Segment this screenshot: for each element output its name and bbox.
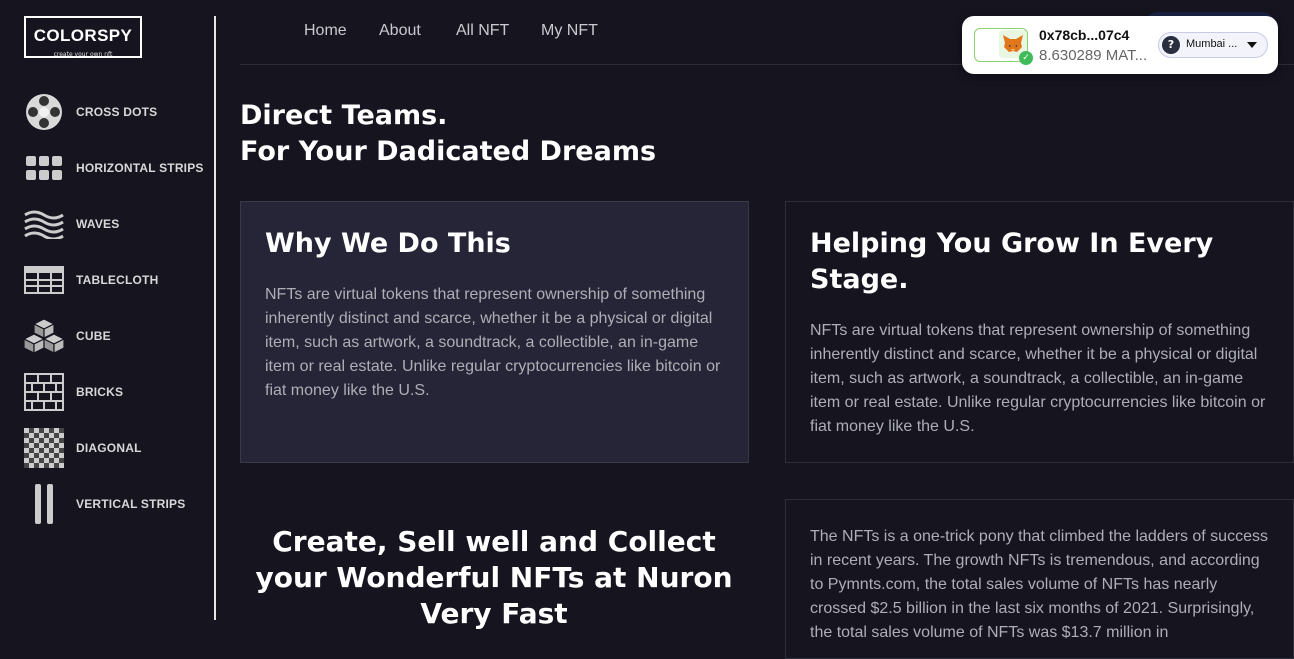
sidebar-item-waves[interactable]: WAVES (24, 204, 119, 244)
wallet-address[interactable]: 0x78cb...07c4 (1039, 27, 1129, 43)
hero-headline: Direct Teams. For Your Dadicated Dreams (240, 98, 656, 170)
chevron-down-icon (1247, 42, 1257, 48)
cube-icon (24, 316, 64, 356)
sidebar-item-cube[interactable]: CUBE (24, 316, 111, 356)
logo-tagline: create your own nft (53, 51, 113, 58)
network-name: Mumbai ... (1186, 38, 1238, 50)
waves-icon (24, 204, 64, 244)
sidebar-item-horizontal-strips[interactable]: HORIZONTAL STRIPS (24, 148, 204, 188)
sidebar-item-label: WAVES (76, 217, 120, 231)
cta-headline: Create, Sell well and Collect your Wonde… (255, 525, 733, 630)
connected-check-icon: ✓ (1019, 51, 1033, 65)
sidebar-item-diagonal[interactable]: DIAGONAL (24, 428, 142, 468)
sidebar-item-tablecloth[interactable]: TABLECLOTH (24, 260, 158, 300)
card-nft-growth: The NFTs is a one-trick pony that climbe… (785, 499, 1294, 659)
cross-dots-icon (24, 92, 64, 132)
card-body: NFTs are virtual tokens that represent o… (810, 322, 1266, 435)
hero-line-2: For Your Dadicated Dreams (240, 136, 657, 167)
sidebar-item-vertical-strips[interactable]: VERTICAL STRIPS (24, 484, 185, 524)
sidebar-item-label: HORIZONTAL STRIPS (76, 161, 204, 175)
wallet-balance: 8.630289 MAT... (1039, 47, 1148, 64)
card-helping-you-grow: Helping You Grow In Every Stage. NFTs ar… (785, 201, 1294, 463)
logo[interactable]: COLORSPY create your own nft (24, 16, 142, 58)
nav-home-link[interactable]: Home (304, 22, 347, 40)
sidebar-item-label: VERTICAL STRIPS (76, 497, 186, 511)
sidebar-item-label: CUBE (76, 329, 111, 343)
card-title: Helping You Grow In Every Stage. (810, 228, 1214, 295)
sidebar: COLORSPY create your own nft CROSS DOTS … (0, 0, 216, 636)
card-why-we-do-this: Why We Do This NFTs are virtual tokens t… (240, 201, 749, 463)
sidebar-item-bricks[interactable]: BRICKS (24, 372, 123, 412)
vertical-strips-icon (24, 484, 64, 524)
nav-my-nft-link[interactable]: My NFT (541, 22, 598, 40)
sidebar-item-cross-dots[interactable]: CROSS DOTS (24, 92, 157, 132)
nav-all-nft-link[interactable]: All NFT (456, 22, 509, 40)
wallet-avatar: ✓ (974, 28, 1033, 65)
bricks-icon (24, 372, 64, 412)
hero-line-1: Direct Teams. (240, 100, 448, 131)
sidebar-item-label: DIAGONAL (76, 441, 142, 455)
tablecloth-icon (24, 260, 64, 300)
logo-title: COLORSPY (33, 26, 133, 45)
nav-about-link[interactable]: About (379, 22, 421, 40)
horizontal-strips-icon (24, 148, 64, 188)
card-title: Why We Do This (265, 228, 511, 259)
diagonal-icon (24, 428, 64, 468)
sidebar-item-label: CROSS DOTS (76, 105, 158, 119)
wallet-account-card[interactable]: ✓ 0x78cb...07c4 8.630289 MAT... ? Mumbai… (962, 16, 1278, 74)
card-body: NFTs are virtual tokens that represent o… (265, 286, 721, 399)
sidebar-divider (214, 16, 216, 620)
card-body: The NFTs is a one-trick pony that climbe… (810, 528, 1268, 641)
network-selector[interactable]: ? Mumbai ... (1158, 32, 1268, 58)
question-icon: ? (1162, 36, 1180, 54)
sidebar-item-label: BRICKS (76, 385, 124, 399)
sidebar-item-label: TABLECLOTH (76, 273, 159, 287)
